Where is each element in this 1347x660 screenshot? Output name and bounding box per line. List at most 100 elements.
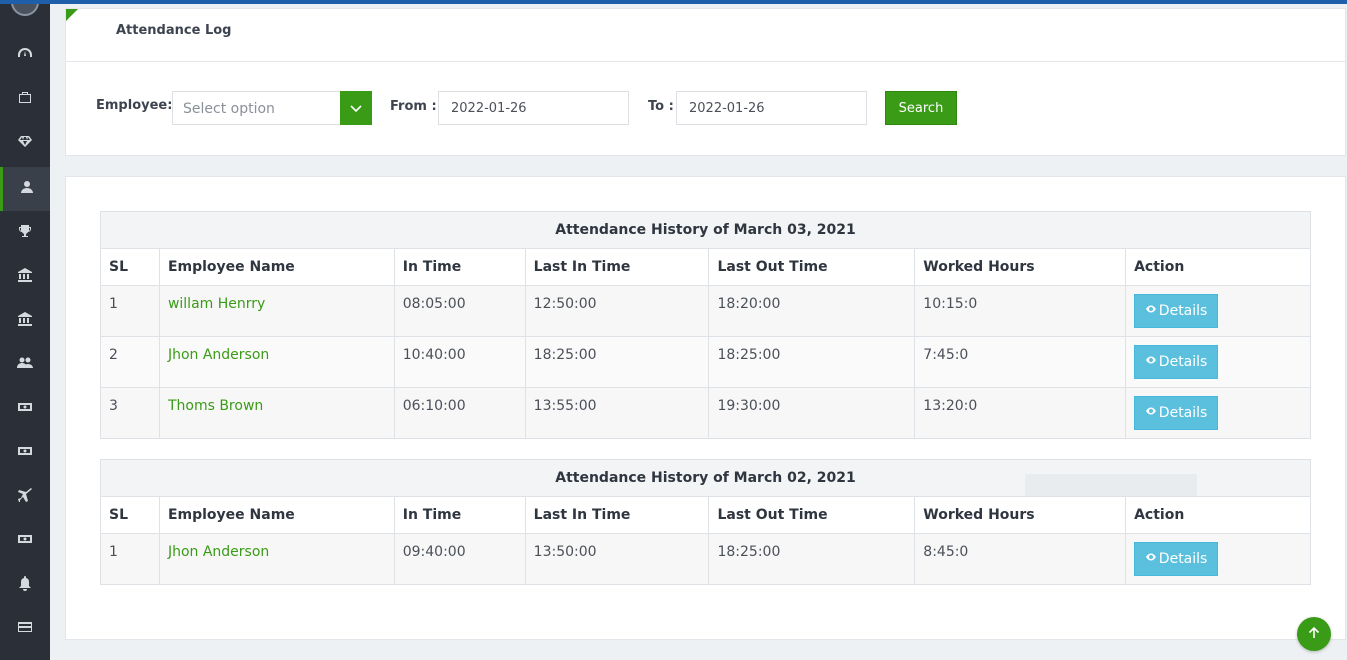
in-time-cell: 09:40:00 bbox=[393, 533, 526, 585]
sl-cell: 3 bbox=[100, 387, 160, 439]
from-label: From : bbox=[390, 99, 437, 114]
money-icon bbox=[17, 443, 33, 463]
table-row: 1 willam Henrry 08:05:00 12:50:00 18:20:… bbox=[100, 285, 1311, 337]
sidebar-item-money[interactable] bbox=[0, 387, 50, 431]
diamond-icon bbox=[17, 133, 33, 153]
table-row: 2 Jhon Anderson 10:40:00 18:25:00 18:25:… bbox=[100, 336, 1311, 388]
column-header-action: Action bbox=[1125, 248, 1311, 286]
sl-cell: 2 bbox=[100, 336, 160, 388]
in-time-cell: 08:05:00 bbox=[393, 285, 526, 337]
details-label: Details bbox=[1158, 303, 1208, 319]
sidebar-item-plane[interactable] bbox=[0, 475, 50, 519]
details-button[interactable]: Details bbox=[1134, 396, 1219, 430]
employee-name-link[interactable]: Jhon Anderson bbox=[158, 533, 395, 585]
briefcase-icon bbox=[17, 89, 33, 109]
bank-icon bbox=[17, 311, 33, 331]
sidebar-item-bank-2[interactable] bbox=[0, 299, 50, 343]
last-in-time-cell: 12:50:00 bbox=[524, 285, 710, 337]
in-time-cell: 10:40:00 bbox=[393, 336, 526, 388]
eye-icon bbox=[1145, 303, 1159, 319]
last-in-time-cell: 18:25:00 bbox=[524, 336, 710, 388]
details-label: Details bbox=[1158, 405, 1208, 421]
sidebar-item-bank[interactable] bbox=[0, 255, 50, 299]
sidebar-item-briefcase[interactable] bbox=[0, 77, 50, 121]
corner-accent bbox=[66, 9, 78, 21]
from-date-input[interactable] bbox=[438, 91, 629, 125]
filter-card: Attendance Log Employee: Select option F… bbox=[65, 8, 1346, 156]
to-date-input[interactable] bbox=[676, 91, 867, 125]
sidebar-item-users[interactable] bbox=[0, 343, 50, 387]
plane-icon bbox=[17, 487, 33, 507]
sidebar-item-payments[interactable] bbox=[0, 607, 50, 651]
employee-select-placeholder: Select option bbox=[183, 101, 275, 117]
employee-name-link[interactable]: Jhon Anderson bbox=[158, 336, 395, 388]
results-card: Attendance History of March 03, 2021 SL … bbox=[65, 176, 1346, 640]
in-time-cell: 06:10:00 bbox=[393, 387, 526, 439]
trophy-icon bbox=[17, 223, 33, 243]
table-row: 1 Jhon Anderson 09:40:00 13:50:00 18:25:… bbox=[100, 533, 1311, 585]
sidebar-item-diamond[interactable] bbox=[0, 121, 50, 165]
bell-icon bbox=[17, 575, 33, 595]
credit-card-icon bbox=[17, 619, 33, 639]
action-cell: Details bbox=[1125, 285, 1311, 337]
column-header-employee-name: Employee Name bbox=[158, 248, 395, 286]
column-header-sl: SL bbox=[100, 248, 160, 286]
worked-hours-cell: 7:45:0 bbox=[914, 336, 1127, 388]
details-label: Details bbox=[1158, 354, 1208, 370]
money-icon bbox=[17, 399, 33, 419]
sidebar-item-user[interactable] bbox=[0, 167, 50, 211]
column-header-worked-hours: Worked Hours bbox=[914, 496, 1127, 534]
sidebar-item-money-3[interactable] bbox=[0, 519, 50, 563]
last-out-time-cell: 18:20:00 bbox=[708, 285, 916, 337]
to-label: To : bbox=[648, 99, 674, 114]
details-button[interactable]: Details bbox=[1134, 345, 1219, 379]
dashboard-icon bbox=[17, 45, 33, 65]
column-header-last-in-time: Last In Time bbox=[524, 248, 710, 286]
details-button[interactable]: Details bbox=[1134, 542, 1219, 576]
last-in-time-cell: 13:55:00 bbox=[524, 387, 710, 439]
top-accent-bar bbox=[0, 0, 1347, 4]
details-button[interactable]: Details bbox=[1134, 294, 1219, 328]
sidebar-item-dashboard[interactable] bbox=[0, 33, 50, 77]
money-icon bbox=[17, 531, 33, 551]
action-cell: Details bbox=[1125, 336, 1311, 388]
column-header-last-out-time: Last Out Time bbox=[708, 248, 916, 286]
employee-name-link[interactable]: Thoms Brown bbox=[158, 387, 395, 439]
sidebar-item-money-2[interactable] bbox=[0, 431, 50, 475]
action-cell: Details bbox=[1125, 387, 1311, 439]
divider bbox=[66, 61, 1345, 62]
eye-icon bbox=[1145, 354, 1159, 370]
last-out-time-cell: 18:25:00 bbox=[708, 533, 916, 585]
scroll-to-top-button[interactable] bbox=[1297, 617, 1331, 651]
column-header-action: Action bbox=[1125, 496, 1311, 534]
user-icon bbox=[19, 179, 35, 199]
last-in-time-cell: 13:50:00 bbox=[524, 533, 710, 585]
sl-cell: 1 bbox=[100, 533, 160, 585]
column-header-sl: SL bbox=[100, 496, 160, 534]
action-cell: Details bbox=[1125, 533, 1311, 585]
worked-hours-cell: 13:20:0 bbox=[914, 387, 1127, 439]
worked-hours-cell: 10:15:0 bbox=[914, 285, 1127, 337]
last-out-time-cell: 18:25:00 bbox=[708, 336, 916, 388]
worked-hours-cell: 8:45:0 bbox=[914, 533, 1127, 585]
eye-icon bbox=[1145, 551, 1159, 567]
details-label: Details bbox=[1158, 551, 1208, 567]
sidebar-item-notifications[interactable] bbox=[0, 563, 50, 607]
employee-select[interactable]: Select option bbox=[172, 91, 372, 125]
overlay-ghost bbox=[1025, 474, 1197, 496]
attendance-table-1: Attendance History of March 03, 2021 SL … bbox=[100, 211, 1311, 439]
column-header-in-time: In Time bbox=[393, 496, 526, 534]
eye-icon bbox=[1145, 405, 1159, 421]
employee-name-link[interactable]: willam Henrry bbox=[158, 285, 395, 337]
sidebar-item-trophy[interactable] bbox=[0, 211, 50, 255]
column-header-employee-name: Employee Name bbox=[158, 496, 395, 534]
table-caption: Attendance History of March 03, 2021 bbox=[100, 211, 1311, 249]
column-header-worked-hours: Worked Hours bbox=[914, 248, 1127, 286]
chevron-down-icon[interactable] bbox=[340, 91, 372, 125]
users-icon bbox=[17, 355, 33, 375]
column-header-in-time: In Time bbox=[393, 248, 526, 286]
search-button[interactable]: Search bbox=[885, 91, 957, 125]
employee-label: Employee: bbox=[96, 98, 173, 113]
sl-cell: 1 bbox=[100, 285, 160, 337]
page-title: Attendance Log bbox=[116, 23, 232, 38]
